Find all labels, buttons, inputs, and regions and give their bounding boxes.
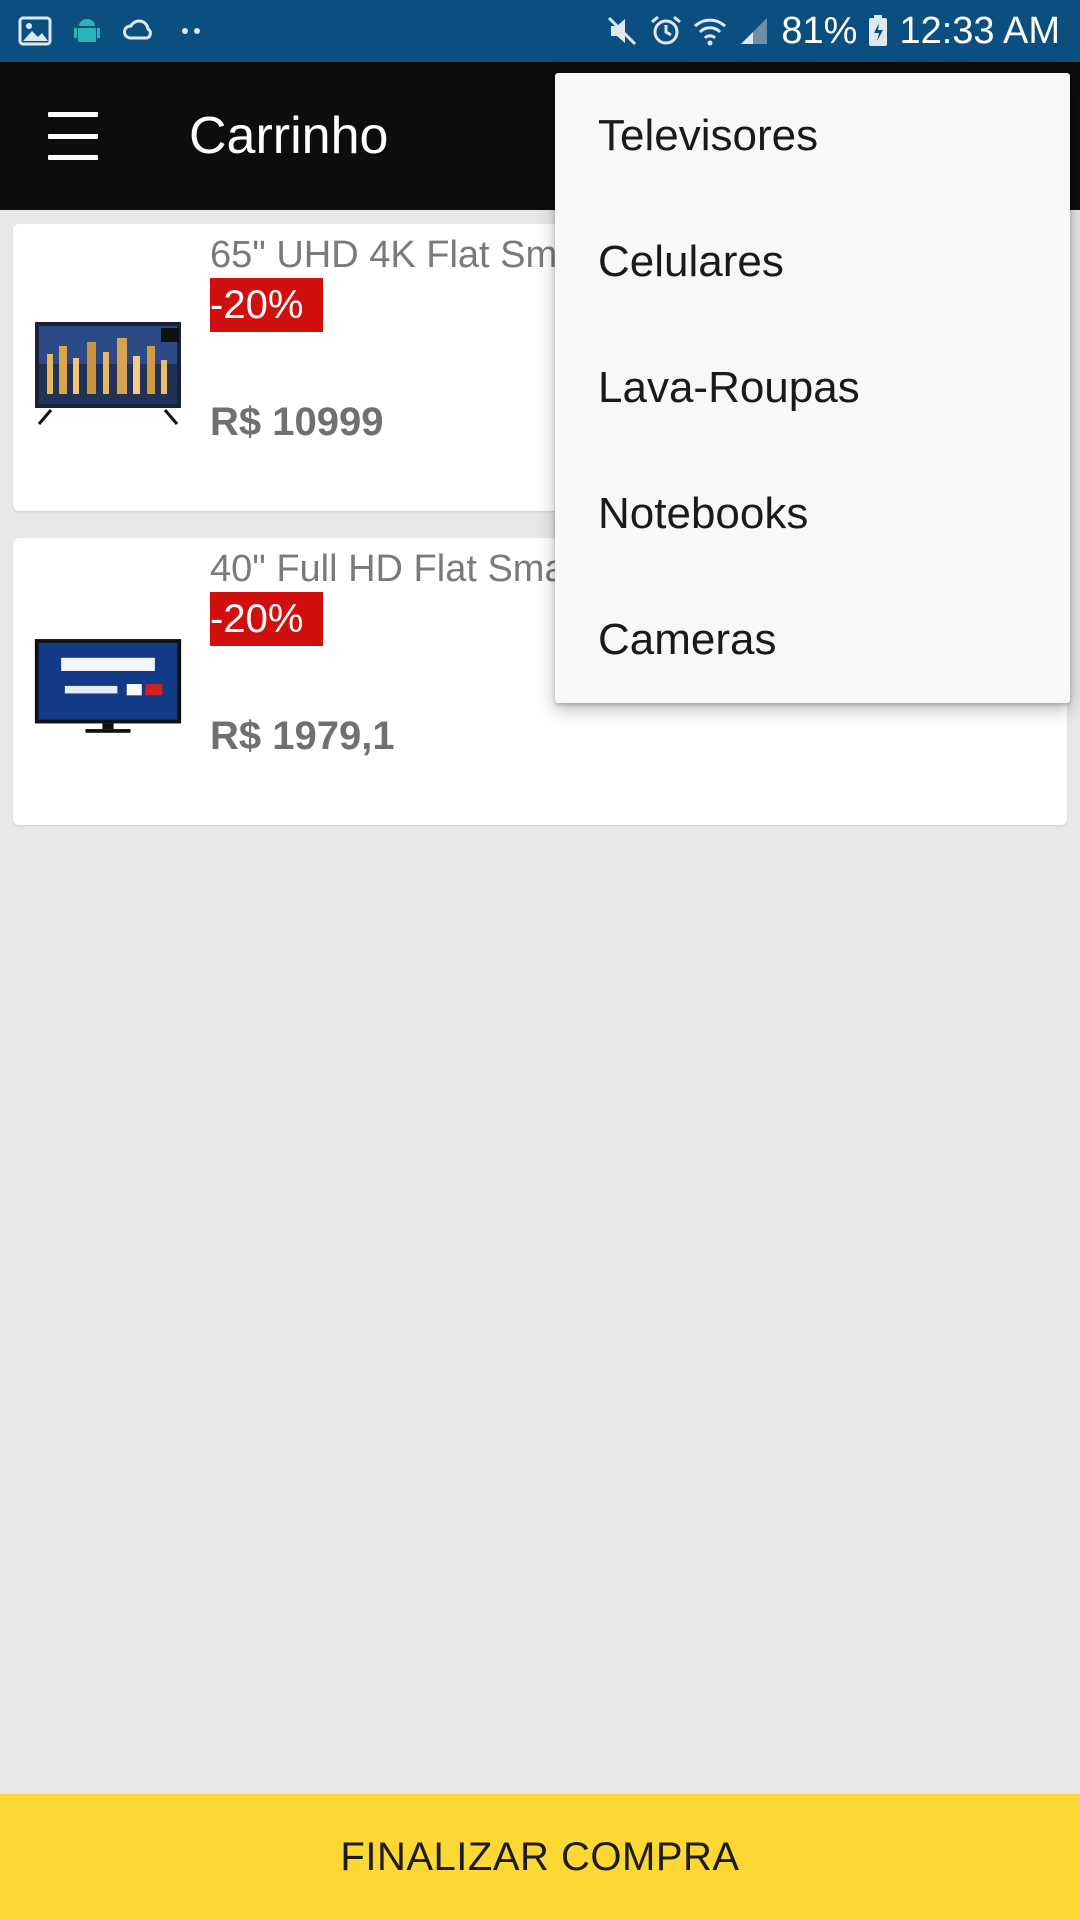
sync-cloud-icon xyxy=(122,14,156,48)
android-icon xyxy=(70,14,104,48)
status-bar: 81% 12:33 AM xyxy=(0,0,1080,62)
mute-icon xyxy=(605,14,639,48)
hamburger-menu-icon[interactable] xyxy=(40,108,106,164)
page-title: Carrinho xyxy=(189,107,389,165)
battery-percentage: 81% xyxy=(781,9,858,52)
battery-icon xyxy=(867,14,889,48)
product-image xyxy=(33,316,183,426)
status-bar-left xyxy=(18,12,208,50)
menu-item-lava-roupas[interactable]: Lava-Roupas xyxy=(555,325,1070,451)
more-dots-icon xyxy=(174,14,208,48)
wifi-icon xyxy=(693,14,727,48)
category-dropdown-menu: Televisores Celulares Lava-Roupas Notebo… xyxy=(555,73,1070,703)
product-name: 40" Full HD Flat Sma xyxy=(210,548,566,590)
discount-badge: -20% xyxy=(210,278,324,332)
checkout-button[interactable]: FINALIZAR COMPRA xyxy=(0,1794,1080,1920)
product-price: R$ 1979,1 xyxy=(210,714,395,758)
gallery-icon xyxy=(18,14,52,48)
clock: 12:33 AM xyxy=(899,9,1060,52)
signal-icon xyxy=(737,14,771,48)
status-bar-right: 81% 12:33 AM xyxy=(605,0,1060,62)
menu-item-televisores[interactable]: Televisores xyxy=(555,73,1070,199)
menu-item-cameras[interactable]: Cameras xyxy=(555,577,1070,703)
discount-badge: -20% xyxy=(210,592,324,646)
alarm-icon xyxy=(649,14,683,48)
product-name: 65" UHD 4K Flat Sm xyxy=(210,234,558,276)
menu-item-celulares[interactable]: Celulares xyxy=(555,199,1070,325)
menu-item-notebooks[interactable]: Notebooks xyxy=(555,451,1070,577)
product-image xyxy=(33,630,183,740)
product-price: R$ 10999 xyxy=(210,400,384,444)
